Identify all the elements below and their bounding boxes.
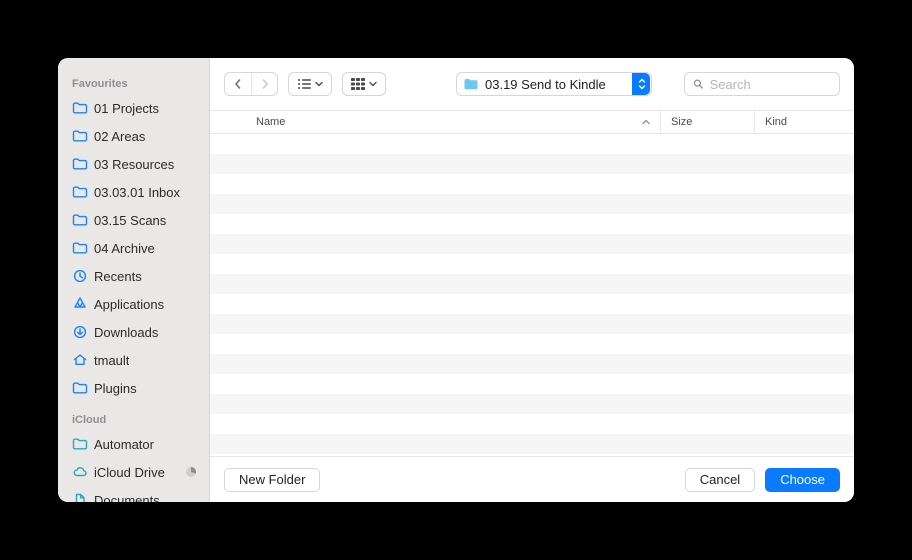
forward-button[interactable] (251, 73, 277, 95)
toolbar: 03.19 Send to Kindle (210, 58, 854, 110)
list-icon (297, 78, 311, 90)
file-dialog-window: Favourites 01 Projects 02 Areas 03 Resource… (58, 58, 854, 502)
table-row (210, 294, 854, 314)
column-header-size[interactable]: Size (660, 111, 754, 133)
sidebar-item-label: Applications (94, 297, 164, 312)
column-label: Kind (765, 116, 787, 128)
table-row (210, 194, 854, 214)
column-header-kind[interactable]: Kind (754, 111, 854, 133)
column-header-name[interactable]: Name (210, 111, 660, 133)
sidebar-item-label: Documents (94, 493, 160, 503)
group-by-button[interactable] (342, 72, 386, 96)
sync-progress-icon (185, 466, 197, 478)
folder-icon (463, 76, 479, 92)
search-input[interactable] (710, 77, 831, 92)
grid-icon (351, 78, 365, 90)
home-icon (72, 352, 88, 368)
cancel-button[interactable]: Cancel (685, 468, 755, 492)
nav-back-forward (224, 72, 278, 96)
apps-icon (72, 296, 88, 312)
sidebar-item-label: tmault (94, 353, 129, 368)
table-row (210, 274, 854, 294)
sidebar-item[interactable]: 03.03.01 Inbox (58, 178, 209, 206)
path-label: 03.19 Send to Kindle (485, 77, 625, 92)
table-row (210, 434, 854, 454)
folder-icon (72, 156, 88, 172)
table-row (210, 154, 854, 174)
sidebar-item[interactable]: 02 Areas (58, 122, 209, 150)
sidebar-item[interactable]: Automator (58, 430, 209, 458)
sidebar-item-label: Plugins (94, 381, 137, 396)
sidebar-item[interactable]: tmault (58, 346, 209, 374)
sidebar-item-label: 03 Resources (94, 157, 174, 172)
sidebar-item-label: 01 Projects (94, 101, 159, 116)
folder-icon (72, 100, 88, 116)
sidebar-item[interactable]: Recents (58, 262, 209, 290)
doc-icon (72, 492, 88, 502)
cloud-icon (72, 464, 88, 480)
folder-icon (72, 240, 88, 256)
sidebar-item-label: Automator (94, 437, 154, 452)
column-label: Name (256, 116, 285, 128)
sidebar-item-label: 02 Areas (94, 129, 145, 144)
sidebar-item-label: iCloud Drive (94, 465, 165, 480)
back-button[interactable] (225, 73, 251, 95)
table-row (210, 374, 854, 394)
table-row (210, 214, 854, 234)
clock-icon (72, 268, 88, 284)
table-row (210, 234, 854, 254)
search-field[interactable] (684, 72, 840, 96)
sidebar-item[interactable]: iCloud Drive (58, 458, 209, 486)
new-folder-button[interactable]: New Folder (224, 468, 320, 492)
table-row (210, 134, 854, 154)
table-header: Name Size Kind (210, 110, 854, 134)
sidebar-item[interactable]: Applications (58, 290, 209, 318)
table-row (210, 354, 854, 374)
sidebar-item-label: 04 Archive (94, 241, 155, 256)
main-pane: 03.19 Send to Kindle Name (210, 58, 854, 502)
table-row (210, 334, 854, 354)
path-popup-button[interactable]: 03.19 Send to Kindle (456, 72, 652, 96)
folder-icon (72, 184, 88, 200)
table-row (210, 314, 854, 334)
sidebar-item-label: 03.03.01 Inbox (94, 185, 180, 200)
sidebar-item[interactable]: Documents (58, 486, 209, 502)
table-row (210, 174, 854, 194)
folder-icon (72, 380, 88, 396)
column-label: Size (671, 116, 692, 128)
sort-ascending-icon (642, 118, 650, 126)
sidebar: Favourites 01 Projects 02 Areas 03 Resource… (58, 58, 210, 502)
sidebar-item[interactable]: 04 Archive (58, 234, 209, 262)
table-row (210, 414, 854, 434)
choose-button[interactable]: Choose (765, 468, 840, 492)
sidebar-item-label: Downloads (94, 325, 158, 340)
path-up-down-icon (632, 73, 650, 95)
sidebar-item[interactable]: Downloads (58, 318, 209, 346)
footer: New Folder Cancel Choose (210, 456, 854, 502)
chevron-down-icon (369, 80, 377, 88)
table-row (210, 394, 854, 414)
sidebar-item[interactable]: Plugins (58, 374, 209, 402)
sidebar-section-header: Favourites (58, 64, 209, 94)
folder-icon (72, 212, 88, 228)
folder-icon (72, 436, 88, 452)
sidebar-item-label: 03.15 Scans (94, 213, 166, 228)
sidebar-item[interactable]: 03.15 Scans (58, 206, 209, 234)
sidebar-item-label: Recents (94, 269, 142, 284)
sidebar-section-header: iCloud (58, 402, 209, 430)
sidebar-item[interactable]: 03 Resources (58, 150, 209, 178)
chevron-down-icon (315, 80, 323, 88)
view-mode-list-button[interactable] (288, 72, 332, 96)
search-icon (693, 78, 704, 90)
download-icon (72, 324, 88, 340)
table-row (210, 254, 854, 274)
file-list[interactable] (210, 134, 854, 456)
sidebar-item[interactable]: 01 Projects (58, 94, 209, 122)
folder-icon (72, 128, 88, 144)
